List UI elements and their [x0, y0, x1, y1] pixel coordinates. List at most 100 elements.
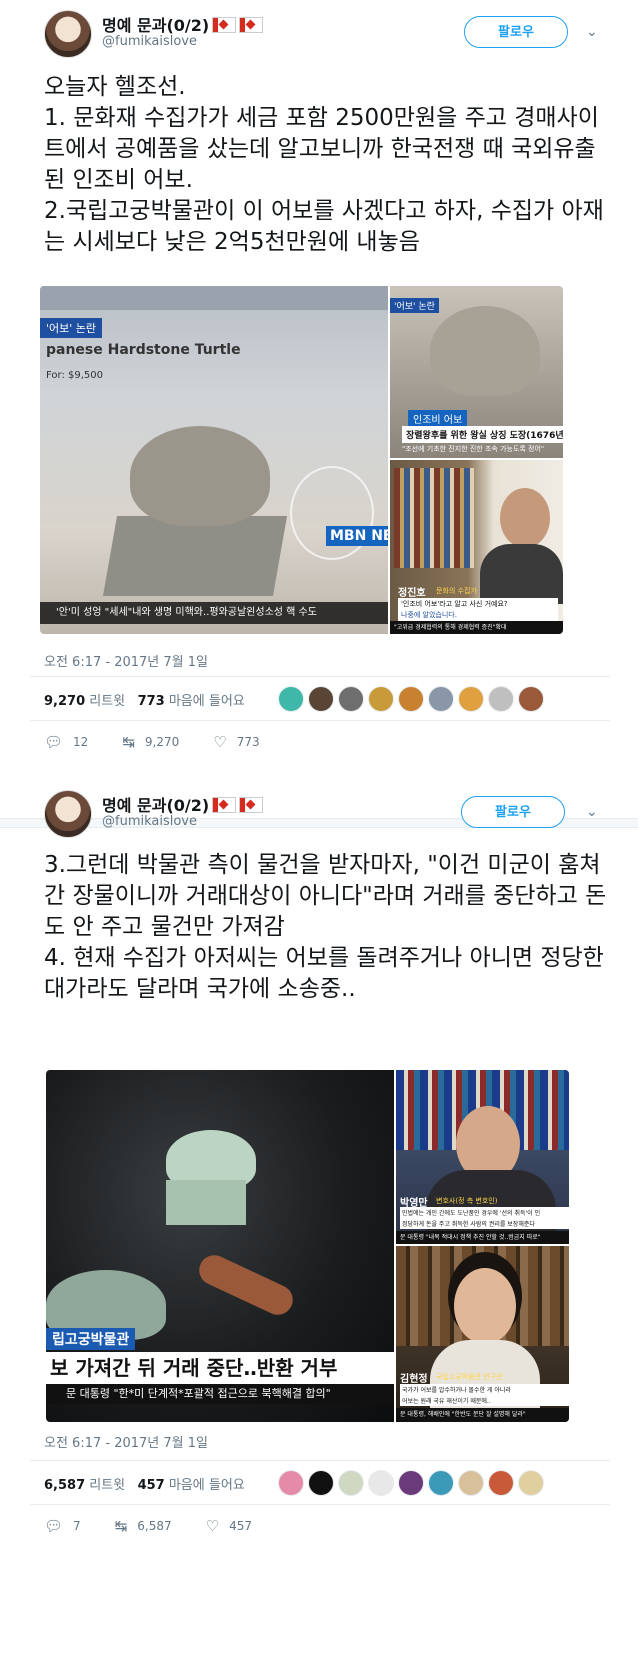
- author-name[interactable]: 명예 문과(0/2): [102, 12, 264, 36]
- listing-price: For: $9,500: [46, 370, 103, 381]
- liker-avatar[interactable]: [308, 686, 334, 712]
- speaker-quote-2: 어보는 원래 국유 재산이기 때문에..: [400, 1395, 569, 1406]
- retweet-count[interactable]: 9,270: [44, 694, 85, 709]
- retweet-icon: ↹: [114, 1517, 128, 1535]
- author-name[interactable]: 명예 문과(0/2): [102, 792, 264, 816]
- retweet-label[interactable]: 리트윗: [89, 1478, 125, 1493]
- liker-avatar[interactable]: [458, 1470, 484, 1496]
- liker-avatar[interactable]: [518, 686, 544, 712]
- tweet-stats: 9,270 리트윗 773 마음에 들어요: [44, 690, 245, 709]
- person-body: [480, 544, 563, 604]
- like-button[interactable]: ♡ 457: [206, 1517, 252, 1535]
- liker-avatar[interactable]: [368, 1470, 394, 1496]
- reply-button[interactable]: 💬︎ 12: [44, 733, 88, 751]
- tweet-actions: 💬︎ 7 ↹ 6,587 ♡ 457: [44, 1517, 252, 1535]
- person-face: [500, 488, 550, 548]
- caption-title: 장렬왕후를 위한 왕실 상징 도장(1676년): [402, 426, 563, 443]
- liker-avatar[interactable]: [278, 1470, 304, 1496]
- divider: [30, 1460, 610, 1461]
- seal-base: [166, 1180, 246, 1225]
- divider: [30, 720, 610, 721]
- news-ticker: '안'미 성엉 "세세"내와 생명 미핵와..평와공날왼성소성 핵 수도: [40, 602, 388, 624]
- retweet-button[interactable]: ↹ 6,587: [115, 1517, 172, 1535]
- browser-bar: [40, 286, 388, 310]
- news-ticker: 문 대통령, 해배인에 "한반도 분단 잘 설명해 달라": [396, 1408, 569, 1422]
- liker-avatar[interactable]: [518, 1470, 544, 1496]
- author-handle[interactable]: @fumikaislove: [102, 814, 197, 829]
- like-action-count: 457: [229, 1519, 252, 1533]
- tassel: [194, 1250, 298, 1320]
- tweet-stats: 6,587 리트윗 457 마음에 들어요: [44, 1474, 245, 1493]
- follow-button[interactable]: 팔로우: [464, 16, 568, 48]
- media-right-top-pane[interactable]: 박영만 변호사(정 측 변호인) 민법에는 개인 간에도 도난품인 경우에 '선…: [396, 1070, 569, 1244]
- like-action-count: 773: [236, 735, 260, 749]
- tweet-media[interactable]: 립고궁박물관 보 가져간 뒤 거래 중단‥반환 거부 문 대통령 "한*미 단계…: [46, 1070, 569, 1422]
- anime-avatar-icon[interactable]: [44, 10, 92, 58]
- retweet-action-count: 9,270: [144, 735, 180, 749]
- retweet-button[interactable]: ↹ 9,270: [122, 733, 179, 751]
- media-right-bottom-pane[interactable]: 김현정 국립고궁박물관 연구관 국가가 어보를 압수하거나 몰수한 게 아니라 …: [396, 1246, 569, 1422]
- divider: [30, 1504, 610, 1505]
- liker-avatar[interactable]: [488, 686, 514, 712]
- chevron-down-icon[interactable]: ⌄: [586, 24, 598, 40]
- liker-avatar[interactable]: [458, 686, 484, 712]
- retweet-label[interactable]: 리트윗: [89, 694, 125, 709]
- retweet-icon: ↹: [122, 733, 135, 751]
- media-tag: '어보' 논란: [40, 318, 103, 338]
- liker-avatar[interactable]: [308, 1470, 334, 1496]
- bookshelf: [394, 468, 474, 568]
- mbn-logo: MBN NEWS: [326, 526, 388, 546]
- tweet-1: 명예 문과(0/2) @fumikaislove 팔로우 ⌄ 오늘자 헬조선. …: [0, 0, 638, 820]
- liker-avatar[interactable]: [278, 686, 304, 712]
- speaker-role: 문화의 수집가: [436, 587, 477, 595]
- retweet-count[interactable]: 6,587: [44, 1478, 85, 1493]
- liker-avatar[interactable]: [338, 1470, 364, 1496]
- media-right-top-pane[interactable]: '어보' 논란 인조비 어보 장렬왕후를 위한 왕실 상징 도장(1676년) …: [390, 286, 563, 458]
- listing-title: panese Hardstone Turtle: [46, 342, 241, 358]
- liker-avatar[interactable]: [398, 1470, 424, 1496]
- media-main-pane[interactable]: 립고궁박물관 보 가져간 뒤 거래 중단‥반환 거부 문 대통령 "한*미 단계…: [46, 1070, 394, 1422]
- like-button[interactable]: ♡ 773: [213, 733, 259, 751]
- speaker-role: 국립고궁박물관 연구관: [436, 1373, 503, 1381]
- like-label[interactable]: 마음에 들어요: [169, 694, 245, 709]
- canada-flag-icon: [212, 17, 237, 33]
- liker-avatar[interactable]: [338, 686, 364, 712]
- liker-avatar[interactable]: [428, 1470, 454, 1496]
- caption-sub: "조선에 기초한 진지한 진한 조속 가능도록 정어": [402, 445, 545, 453]
- reply-button[interactable]: 💬︎ 7: [44, 1517, 81, 1535]
- caption-label: 인조비 어보: [408, 410, 468, 427]
- media-main-pane[interactable]: '어보' 논란 panese Hardstone Turtle For: $9,…: [40, 286, 388, 634]
- liker-avatar[interactable]: [398, 686, 424, 712]
- canada-flag-icon: [212, 797, 237, 813]
- speaker-role: 변호사(정 측 변호인): [436, 1197, 498, 1205]
- chevron-down-icon[interactable]: ⌄: [586, 804, 598, 820]
- news-ticker: 문 대통령 "내복 적대시 정책 추진 안할 것..범금지 따로": [396, 1231, 569, 1244]
- liker-avatar[interactable]: [368, 686, 394, 712]
- liker-avatars: [278, 1470, 544, 1496]
- news-ticker: 문 대통령 "한*미 단계적*포괄적 접근으로 북핵해결 합의": [46, 1384, 394, 1404]
- like-label[interactable]: 마음에 들어요: [169, 1478, 245, 1493]
- tweet-timestamp[interactable]: 오전 6:17 - 2017년 7월 1일: [44, 651, 208, 670]
- anime-avatar-icon[interactable]: [44, 790, 92, 838]
- author-handle[interactable]: @fumikaislove: [102, 34, 197, 49]
- follow-button[interactable]: 팔로우: [461, 796, 565, 828]
- like-count[interactable]: 457: [138, 1478, 165, 1493]
- speaker-name: 정진호: [398, 588, 426, 599]
- speaker-quote-1: 국가가 어보를 압수하거나 몰수한 게 아니라: [400, 1384, 569, 1395]
- seal-base: [102, 516, 288, 596]
- reply-icon: 💬︎: [44, 733, 64, 751]
- heart-icon: ♡: [205, 1517, 220, 1535]
- canada-flag-icon: [239, 17, 264, 33]
- liker-avatar[interactable]: [428, 686, 454, 712]
- like-count[interactable]: 773: [138, 694, 165, 709]
- canada-flag-icon: [239, 797, 264, 813]
- news-headline: 보 가져간 뒤 거래 중단‥반환 거부: [46, 1352, 394, 1384]
- reply-count: 12: [73, 735, 89, 749]
- reply-count: 7: [73, 1519, 81, 1533]
- tweet-text: 3.그런데 박물관 측이 물건을 받자마자, "이건 미군이 훔쳐간 장물이니까…: [44, 852, 607, 1002]
- tweet-2: 명예 문과(0/2) @fumikaislove 팔로우 ⌄ 3.그런데 박물관…: [0, 790, 638, 1676]
- tweet-timestamp[interactable]: 오전 6:17 - 2017년 7월 1일: [44, 1432, 208, 1451]
- media-right-bottom-pane[interactable]: 정진호 문화의 수집가 '인조비 어보'라고 알고 사신 거예요? 나중에 알았…: [390, 460, 563, 634]
- liker-avatar[interactable]: [488, 1470, 514, 1496]
- tweet-media[interactable]: '어보' 논란 panese Hardstone Turtle For: $9,…: [40, 286, 563, 634]
